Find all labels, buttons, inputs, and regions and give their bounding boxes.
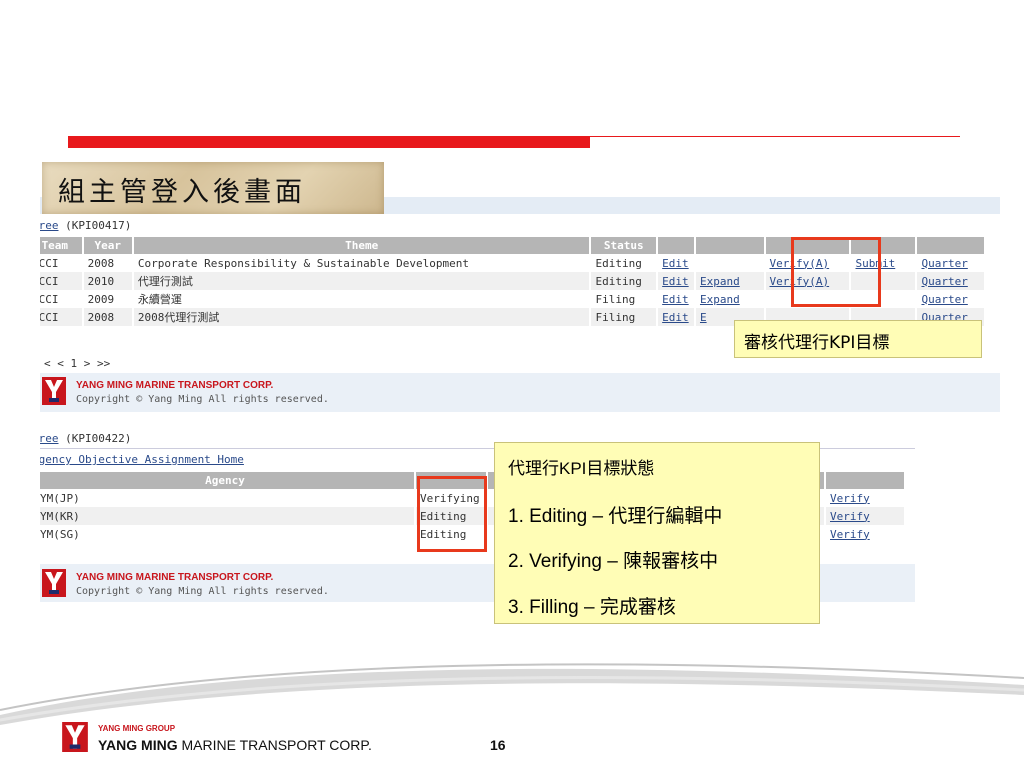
breadcrumb: Tree (KPI00422) [40,432,131,445]
edit-link[interactable]: Edit [662,257,689,270]
edit-link[interactable]: Edit [662,293,689,306]
cell-team: GCCI [40,308,82,326]
cell-status: Editing [595,256,642,270]
slide-title: 組主管登入後畫面 [58,177,306,208]
title-rule-red [68,136,590,148]
ym-logo-icon [42,569,66,597]
cell-team: GCCI [40,272,82,290]
verify-link[interactable]: Verify [830,492,870,505]
breadcrumb-tree-link[interactable]: Tree [40,432,59,445]
quarter-link[interactable]: Quarter [921,275,967,288]
edit-link[interactable]: Edit [662,311,689,324]
cell-agency: YM(JP) [40,491,80,505]
footer-corp-name: YANG MING MARINE TRANSPORT CORP. [76,380,274,391]
cell-status: Editing [591,272,657,290]
status-item-filling: 3. Filling – 完成審核 [508,597,676,618]
col-agency: Agency [40,472,414,489]
agency-home-link[interactable]: Agency Objective Assignment Home [40,453,244,466]
cell-status: Filing [595,292,636,306]
col-edit [658,237,694,254]
expand-link[interactable]: Expand [700,293,740,306]
cell-status: Filing [591,308,657,326]
quarter-link[interactable]: Quarter [921,293,967,306]
col-team: Team [40,237,82,254]
footer-copyright: Copyright © Yang Ming All rights reserve… [76,586,329,597]
footer-copyright: Copyright © Yang Ming All rights reserve… [76,394,329,405]
decorative-swoosh [0,663,1024,725]
col-verify [826,472,904,489]
cell-agency: YM(KR) [40,507,414,525]
cell-team: GCCI [40,292,59,306]
expand-link[interactable]: Expand [700,275,740,288]
footer-group-name: YANG MING GROUP [98,724,176,733]
cell-year: 2010 [83,272,132,290]
footer-bar [40,373,1000,412]
cell-year: 2008 [83,308,132,326]
cell-team: GCCI [40,256,59,270]
status-item-verifying: 2. Verifying – 陳報審核中 [508,551,719,572]
cell-theme: Corporate Responsibility & Sustainable D… [137,256,470,270]
col-quarter [917,237,984,254]
ym-logo-icon [42,377,66,405]
footer-company-name: YANG MING MARINE TRANSPORT CORP. [98,737,372,753]
edit-link[interactable]: Edit [662,275,689,288]
page-number: 16 [490,737,506,753]
breadcrumb-id: (KPI00422) [65,432,132,445]
col-expand [695,237,764,254]
footer-company-rest: MARINE TRANSPORT CORP. [177,737,372,753]
col-theme: Theme [133,237,590,254]
status-highlight-frame [417,476,487,552]
footer-corp-name: YANG MING MARINE TRANSPORT CORP. [76,572,274,583]
verify-callout-text: 審核代理行KPI目標 [744,333,890,353]
yang-ming-logo-icon [62,722,88,752]
cell-theme: 2008代理行測試 [133,308,590,326]
status-item-editing: 1. Editing – 代理行編輯中 [508,506,723,527]
col-status: Status [591,237,657,254]
col-year: Year [83,237,132,254]
quarter-link[interactable]: Quarter [921,257,967,270]
breadcrumb: Tree (KPI00417) [40,219,131,232]
cell-year: 2009 [87,292,115,306]
pager[interactable]: < < 1 > >> [44,357,110,370]
cell-year: 2008 [87,256,115,270]
status-callout-title: 代理行KPI目標狀態 [508,459,655,478]
breadcrumb-tree-link[interactable]: Tree [40,219,59,232]
title-rule-thin [590,136,960,137]
cell-agency: YM(SG) [40,527,80,541]
cell-theme: 永續營運 [137,293,182,306]
home-link-row: Agency Objective Assignment Home [40,453,244,466]
verify-link[interactable]: Verify [830,528,870,541]
footer-company-bold: YANG MING [98,737,178,753]
verify-link[interactable]: Verify [830,510,870,523]
cell-theme: 代理行測試 [133,272,590,290]
expand-link[interactable]: E [700,311,707,324]
verify-highlight-frame [791,237,881,307]
breadcrumb-id: (KPI00417) [65,219,132,232]
